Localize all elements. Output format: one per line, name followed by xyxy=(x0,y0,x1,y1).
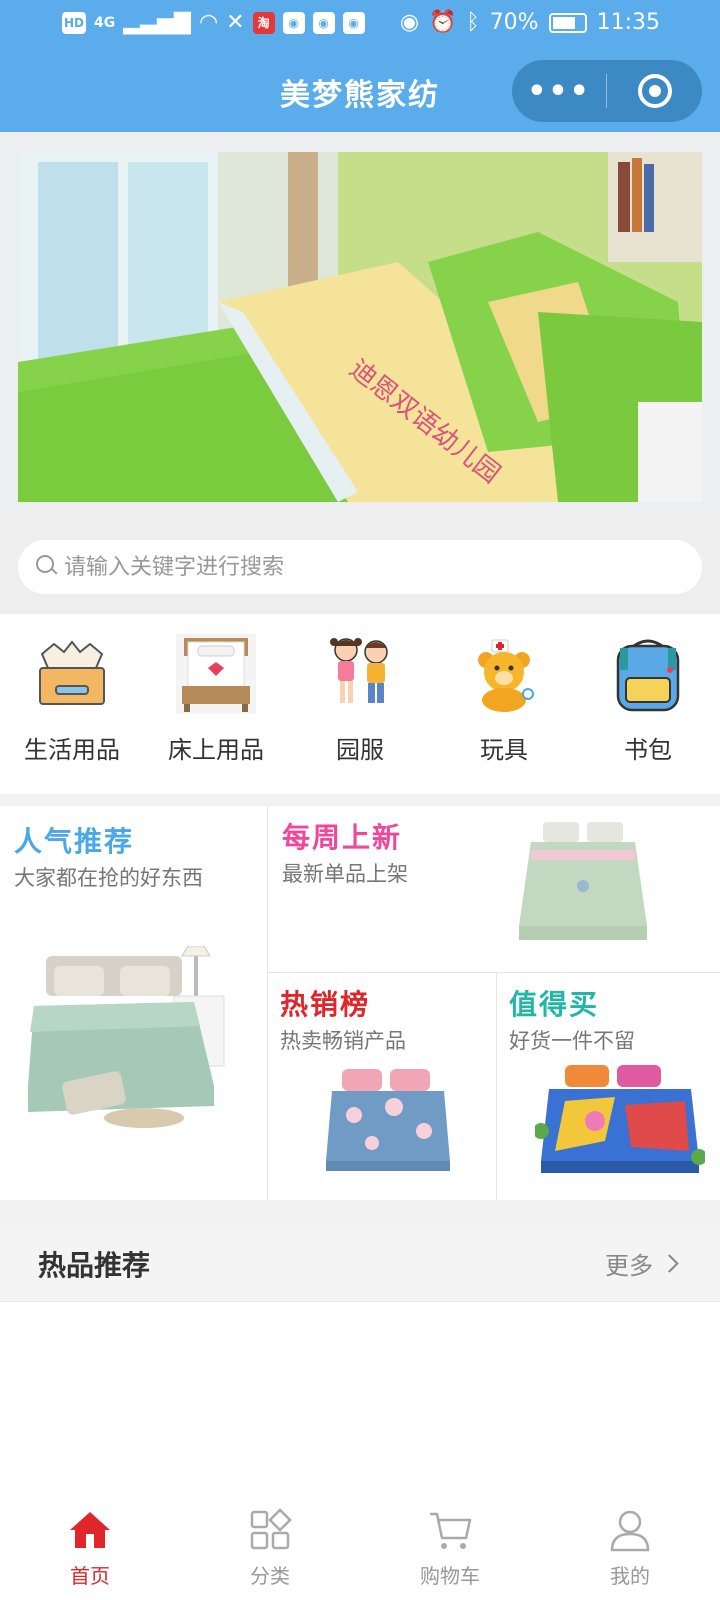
category-row: 生活用品 床上用品 园服 玩具 书包 xyxy=(0,614,720,794)
top-bar: HD 4G ▂▃▅▇ ◠ ✕ 淘 ◉ ◉ ◉ ◉ ⏰ ᛒ 70% 11:35 美… xyxy=(0,0,720,132)
schoolbag-icon xyxy=(616,639,680,712)
user-icon xyxy=(610,1510,650,1552)
cart-icon xyxy=(430,1512,472,1549)
hot-section-title: 热品推荐 xyxy=(38,1249,151,1282)
tab-label: 我的 xyxy=(610,1564,650,1588)
promo-title: 值得买 xyxy=(509,988,600,1021)
chevron-right-icon xyxy=(660,1254,679,1273)
teddy-bear-icon xyxy=(478,639,534,712)
bottom-tab-bar: 首页 分类 购物车 我的 xyxy=(0,1490,720,1600)
search-section xyxy=(0,510,720,614)
category-item-daily[interactable]: 生活用品 xyxy=(0,614,144,794)
tab-category[interactable]: 分类 xyxy=(180,1490,360,1600)
category-label: 生活用品 xyxy=(24,736,120,764)
alarm-icon: ⏰ xyxy=(429,10,457,35)
section-divider xyxy=(0,1200,720,1224)
category-icon xyxy=(250,1508,292,1550)
tab-label: 首页 xyxy=(70,1564,110,1588)
promo-bestseller[interactable]: 热销榜 热卖畅销产品 xyxy=(268,973,496,1200)
tab-profile[interactable]: 我的 xyxy=(540,1490,720,1600)
bluetooth-icon: ᛒ xyxy=(466,10,480,35)
promo-weekly[interactable]: 每周上新 最新单品上架 xyxy=(268,806,720,972)
bedsheet-product-image xyxy=(519,822,647,940)
target-icon xyxy=(637,74,672,108)
status-left: HD 4G ▂▃▅▇ ◠ ✕ 淘 ◉ ◉ ◉ xyxy=(62,10,365,35)
bed-product-image xyxy=(28,946,225,1128)
battery-percent: 70% xyxy=(489,10,539,35)
banner-image[interactable]: 迪恩双语幼儿园 xyxy=(18,152,702,502)
search-box[interactable] xyxy=(18,540,702,594)
promo-subtitle: 大家都在抢的好东西 xyxy=(14,866,203,890)
promo-popular[interactable]: 人气推荐 大家都在抢的好东西 xyxy=(0,806,267,1200)
baidu-icon-2: ◉ xyxy=(312,11,335,34)
clock: 11:35 xyxy=(596,10,660,35)
baidu-icon-3: ◉ xyxy=(342,11,365,34)
battery-icon xyxy=(548,12,587,33)
bed-icon xyxy=(176,634,256,714)
category-item-schoolbag[interactable]: 书包 xyxy=(576,614,720,794)
signal-icon: ▂▃▅▇ xyxy=(123,10,191,35)
bedding-illustration: 迪恩双语幼儿园 xyxy=(18,152,702,502)
promo-subtitle: 热卖畅销产品 xyxy=(280,1029,406,1053)
miniprogram-capsule: ••• xyxy=(512,60,702,122)
status-right: ◉ ⏰ ᛒ 70% 11:35 xyxy=(400,10,660,35)
tissue-box-icon xyxy=(39,640,105,705)
network-indicator: 4G xyxy=(94,14,116,31)
promo-worth[interactable]: 值得买 好货一件不留 xyxy=(497,973,720,1200)
promo-title: 热销榜 xyxy=(280,988,371,1021)
kids-icon xyxy=(330,638,388,703)
wifi-icon: ◠ xyxy=(198,10,219,35)
status-bar: HD 4G ▂▃▅▇ ◠ ✕ 淘 ◉ ◉ ◉ ◉ ⏰ ᛒ 70% 11:35 xyxy=(0,0,720,50)
promo-subtitle: 好货一件不留 xyxy=(509,1029,635,1053)
hot-section-header: 热品推荐 更多 xyxy=(0,1224,720,1302)
more-button[interactable]: ••• xyxy=(512,60,606,122)
more-label: 更多 xyxy=(605,1252,653,1280)
promo-grid: 人气推荐 大家都在抢的好东西 每周上新 最新单品上架 热销榜 热卖畅销产品 值得… xyxy=(0,806,720,1200)
category-item-bedding[interactable]: 床上用品 xyxy=(144,614,288,794)
category-label: 园服 xyxy=(336,736,384,764)
category-label: 床上用品 xyxy=(168,736,264,764)
baidu-icon-1: ◉ xyxy=(282,11,305,34)
tab-label: 购物车 xyxy=(420,1564,480,1588)
search-input[interactable] xyxy=(64,554,664,580)
promo-subtitle: 最新单品上架 xyxy=(282,862,408,886)
tab-home[interactable]: 首页 xyxy=(0,1490,180,1600)
category-label: 玩具 xyxy=(480,736,528,764)
category-label: 书包 xyxy=(624,736,672,764)
eye-icon: ◉ xyxy=(399,10,420,35)
promo-title: 人气推荐 xyxy=(14,825,135,858)
close-button[interactable] xyxy=(607,60,702,122)
missed-call-icon: ✕ xyxy=(226,10,245,35)
category-item-uniform[interactable]: 园服 xyxy=(288,614,432,794)
floral-bed-image xyxy=(326,1069,450,1171)
promo-title: 每周上新 xyxy=(282,821,403,854)
section-divider xyxy=(0,794,720,806)
hd-indicator: HD xyxy=(62,11,87,34)
home-icon xyxy=(70,1512,110,1548)
search-icon xyxy=(36,555,60,579)
tab-label: 分类 xyxy=(250,1564,290,1588)
category-item-toys[interactable]: 玩具 xyxy=(432,614,576,794)
banner-section: 迪恩双语幼儿园 xyxy=(0,132,720,510)
tab-cart[interactable]: 购物车 xyxy=(360,1490,540,1600)
more-link[interactable]: 更多 xyxy=(605,1246,679,1281)
colorful-bed-image xyxy=(535,1065,705,1173)
taobao-icon: 淘 xyxy=(252,11,275,34)
